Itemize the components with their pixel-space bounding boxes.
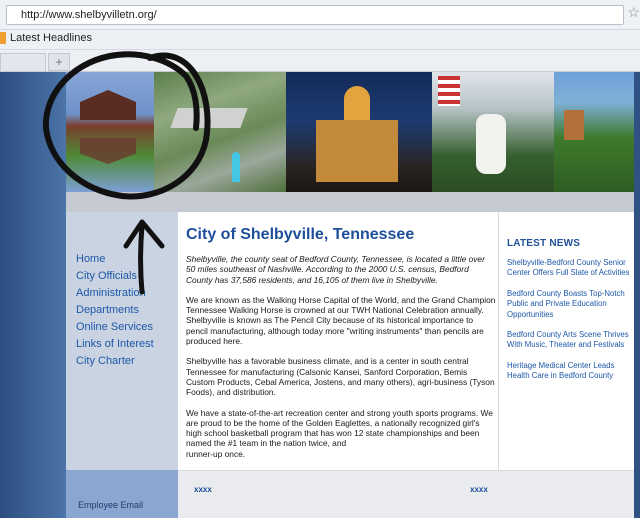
banner-photo-aerial [154,72,286,192]
nav-list: Home City Officials Administration Depar… [76,252,154,371]
bookmark-latest-headlines[interactable]: Latest Headlines [0,32,92,44]
barn-reflection [80,138,136,164]
web-page: Home City Officials Administration Depar… [0,72,640,518]
mill-building [564,110,584,140]
intro-text: Shelbyville, the county seat of Bedford … [186,254,496,469]
tab-strip: + [0,50,640,72]
banner-photo-walking-horse [432,72,554,192]
banner-photo-mill [554,72,634,192]
rss-folder-icon [0,32,6,44]
address-bar-area: http://www.shelbyvilletn.org/ ☆ [0,0,640,30]
nav-city-charter[interactable]: City Charter [76,354,154,371]
plus-icon: + [55,55,63,69]
tab[interactable] [0,53,46,71]
page-footer: xxxx xxxx [178,470,634,518]
new-tab-button[interactable]: + [48,53,70,71]
paragraph-business: Shelbyville has a favorable business cli… [186,356,495,398]
news-item-education[interactable]: Bedford County Boasts Top-Notch Public a… [507,289,631,320]
footer-link-right[interactable]: xxxx [470,485,488,494]
star-icon[interactable]: ☆ [627,4,640,21]
main-content: City of Shelbyville, Tennessee Shelbyvil… [178,212,498,470]
bookmark-label: Latest Headlines [10,32,92,44]
right-frame [634,72,640,518]
footer-link-left[interactable]: xxxx [194,485,212,494]
paragraph-intro: Shelbyville, the county seat of Bedford … [186,254,485,285]
building-roof [170,108,248,128]
paragraph-recreation: We have a state-of-the-art recreation ce… [186,407,493,459]
news-sidebar: LATEST NEWS Shelbyville-Bedford County S… [498,212,634,470]
header-banner [66,72,634,192]
url-text: http://www.shelbyvilletn.org/ [21,9,157,21]
flag [438,76,460,106]
nav-departments[interactable]: Departments [76,303,154,320]
news-item-senior-center[interactable]: Shelbyville-Bedford County Senior Center… [507,258,631,279]
news-heading: LATEST NEWS [507,238,581,249]
url-input[interactable]: http://www.shelbyvilletn.org/ [6,5,624,25]
news-item-health-care[interactable]: Heritage Medical Center Leads Health Car… [507,361,631,382]
banner-photo-courthouse [286,72,432,192]
nav-administration[interactable]: Administration [76,286,154,303]
banner-divider [66,192,634,212]
news-item-arts[interactable]: Bedford County Arts Scene Thrives With M… [507,330,631,351]
bookmarks-bar: Latest Headlines [0,30,640,50]
nav-city-officials[interactable]: City Officials [76,269,154,286]
nav-online-services[interactable]: Online Services [76,320,154,337]
nav-links-of-interest[interactable]: Links of Interest [76,337,154,354]
employee-email-link[interactable]: Employee Email [78,500,143,510]
nav-footer: Employee Email [66,470,178,518]
white-horse [476,114,506,174]
left-frame [0,72,66,518]
page-title: City of Shelbyville, Tennessee [186,226,415,243]
paragraph-walking-horse: We are known as the Walking Horse Capita… [186,294,496,347]
news-list: Shelbyville-Bedford County Senior Center… [507,258,631,392]
barn-shape [80,90,136,120]
nav-home[interactable]: Home [76,252,154,269]
courthouse-building [316,120,398,182]
banner-photo-barn [66,72,154,192]
water-tower [232,152,240,182]
screenshot: http://www.shelbyvilletn.org/ ☆ Latest H… [0,0,640,518]
